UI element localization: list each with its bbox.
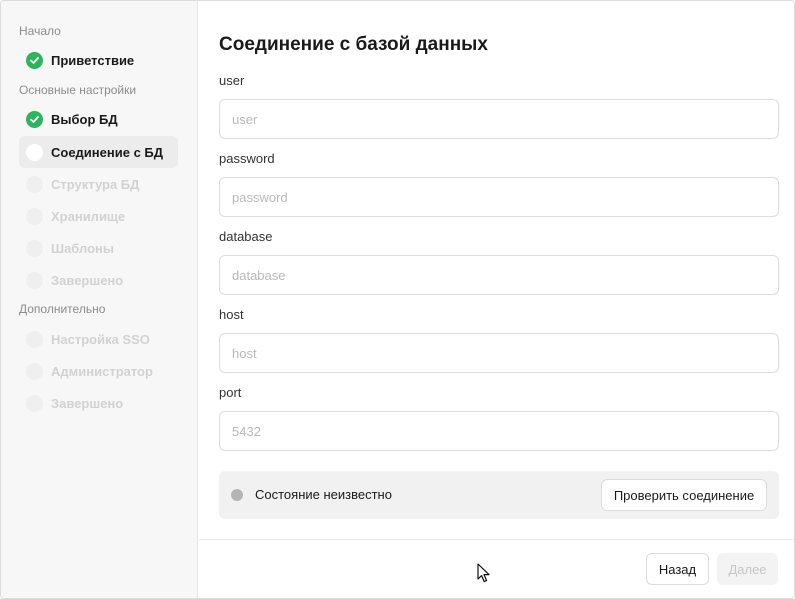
step-circle-icon	[26, 175, 43, 193]
page-title: Соединение с базой данных	[219, 34, 488, 55]
sidebar-section-start: Начало	[19, 24, 61, 38]
sidebar-item-db-structure[interactable]: Структура БД	[19, 168, 178, 200]
sidebar-item-label: Структура БД	[51, 176, 140, 192]
sidebar-item-finished-basic[interactable]: Завершено	[19, 264, 178, 296]
user-label: user	[219, 73, 245, 88]
host-label: host	[219, 307, 244, 322]
sidebar-item-label: Выбор БД	[51, 111, 118, 127]
sidebar-item-welcome[interactable]: Приветствие	[19, 44, 178, 76]
main-panel: Соединение с базой данных user password …	[199, 1, 794, 598]
password-input[interactable]	[219, 177, 779, 217]
check-icon	[26, 51, 43, 69]
password-label: password	[219, 151, 275, 166]
step-circle-icon	[26, 362, 43, 380]
host-input[interactable]	[219, 333, 779, 373]
sidebar-item-label: Настройка SSO	[51, 331, 150, 347]
step-circle-icon	[26, 239, 43, 257]
sidebar-item-db-choice[interactable]: Выбор БД	[19, 103, 178, 135]
user-input[interactable]	[219, 99, 779, 139]
sidebar-item-sso[interactable]: Настройка SSO	[19, 323, 178, 355]
setup-wizard-window: Начало Приветствие Основные настройки Вы…	[0, 0, 795, 599]
sidebar-item-storage[interactable]: Хранилище	[19, 200, 178, 232]
sidebar-item-label: Соединение с БД	[51, 144, 164, 160]
sidebar-item-label: Шаблоны	[51, 240, 114, 256]
step-circle-icon	[26, 394, 43, 412]
connection-status-text: Состояние неизвестно	[255, 487, 392, 502]
sidebar-item-db-connection[interactable]: Соединение с БД	[19, 136, 178, 168]
step-circle-icon	[26, 143, 43, 161]
sidebar: Начало Приветствие Основные настройки Вы…	[1, 1, 198, 598]
sidebar-item-finished-extra[interactable]: Завершено	[19, 387, 178, 419]
sidebar-item-templates[interactable]: Шаблоны	[19, 232, 178, 264]
sidebar-section-basic: Основные настройки	[19, 83, 137, 97]
sidebar-item-admin[interactable]: Администратор	[19, 355, 178, 387]
port-input[interactable]	[219, 411, 779, 451]
sidebar-item-label: Завершено	[51, 272, 124, 288]
next-button[interactable]: Далее	[717, 553, 778, 585]
sidebar-item-label: Приветствие	[51, 52, 135, 68]
sidebar-section-extra: Дополнительно	[19, 302, 106, 316]
sidebar-item-label: Хранилище	[51, 208, 126, 224]
sidebar-item-label: Завершено	[51, 395, 124, 411]
connection-status-panel: Состояние неизвестно Проверить соединени…	[219, 471, 779, 519]
back-button[interactable]: Назад	[646, 553, 709, 585]
port-label: port	[219, 385, 242, 400]
status-dot-icon	[231, 489, 243, 501]
check-icon	[26, 110, 43, 128]
footer-divider	[199, 539, 794, 540]
step-circle-icon	[26, 271, 43, 289]
step-circle-icon	[26, 207, 43, 225]
database-label: database	[219, 229, 273, 244]
step-circle-icon	[26, 330, 43, 348]
sidebar-item-label: Администратор	[51, 363, 153, 379]
mouse-cursor-icon	[477, 563, 490, 583]
check-connection-button[interactable]: Проверить соединение	[601, 479, 767, 511]
database-input[interactable]	[219, 255, 779, 295]
